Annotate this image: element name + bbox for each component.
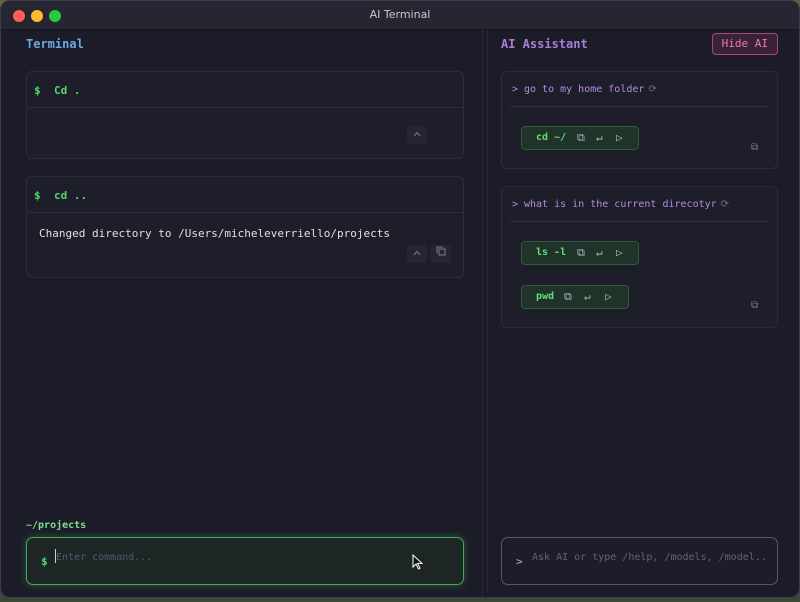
collapse-button[interactable]	[407, 245, 427, 263]
ai-query: > what is in the current direcotyr ⟳	[510, 187, 769, 222]
query-text: what is in the current direcotyr	[524, 199, 717, 210]
enter-icon[interactable]: ↵	[584, 286, 591, 308]
mouse-pointer-icon	[412, 554, 424, 570]
terminal-title: Terminal	[26, 37, 84, 51]
app-window: AI Terminal Terminal $ Cd . $ cd .. Chan…	[0, 0, 800, 598]
hide-ai-button[interactable]: Hide AI	[711, 33, 778, 55]
command-block: $ Cd .	[26, 71, 464, 159]
ai-response-card: > what is in the current direcotyr ⟳ ls -…	[501, 186, 778, 328]
current-directory: ~/projects	[26, 520, 87, 531]
assistant-title: AI Assistant	[501, 37, 588, 51]
suggestion-command: ls -l	[536, 247, 567, 258]
ai-response-card: > go to my home folder ⟳ cd ~/ ⧉ ↵ ▷ ⧉	[501, 71, 778, 169]
play-icon[interactable]: ▷	[616, 127, 623, 149]
title-bar: AI Terminal	[1, 1, 799, 30]
ai-input-box[interactable]: >	[501, 537, 778, 585]
query-text: go to my home folder	[524, 84, 645, 95]
window-title: AI Terminal	[369, 8, 431, 21]
copy-icon[interactable]: ⧉	[751, 300, 763, 312]
command-text: Cd .	[54, 84, 81, 97]
command-block: $ cd .. Changed directory to /Users/mich…	[26, 176, 464, 278]
ai-assistant-pane: AI Assistant Hide AI > go to my home fol…	[487, 29, 792, 591]
command-output: Changed directory to /Users/micheleverri…	[39, 227, 390, 240]
terminal-pane: Terminal $ Cd . $ cd .. Changed director…	[13, 29, 476, 591]
ai-input[interactable]	[532, 548, 767, 566]
command-suggestion[interactable]: cd ~/ ⧉ ↵ ▷	[521, 126, 639, 150]
refresh-icon[interactable]: ⟳	[721, 199, 729, 210]
collapse-button[interactable]	[407, 126, 427, 144]
query-prompt-symbol: >	[512, 199, 519, 210]
prompt-symbol: $	[34, 189, 41, 202]
command-header: $ Cd .	[27, 72, 463, 108]
chevron-up-icon	[413, 131, 421, 137]
copy-icon[interactable]: ⧉	[577, 242, 585, 264]
suggestion-command: pwd	[536, 291, 555, 302]
copy-output-button[interactable]	[431, 245, 451, 263]
command-input[interactable]	[56, 548, 446, 566]
query-line: go to my home folder ⟳	[524, 84, 657, 95]
refresh-icon[interactable]: ⟳	[648, 84, 656, 95]
play-icon[interactable]: ▷	[616, 242, 623, 264]
prompt-symbol: $	[34, 84, 41, 97]
play-icon[interactable]: ▷	[605, 286, 612, 308]
prompt-symbol: $	[41, 555, 48, 568]
query-line: what is in the current direcotyr ⟳	[524, 199, 729, 210]
suggestion-command: cd ~/	[536, 132, 567, 143]
command-output	[27, 108, 463, 142]
enter-icon[interactable]: ↵	[596, 242, 603, 264]
query-prompt-symbol: >	[512, 84, 519, 95]
chevron-up-icon	[413, 250, 421, 256]
copy-icon[interactable]: ⧉	[751, 142, 763, 154]
ai-prompt-symbol: >	[516, 555, 523, 568]
command-suggestion[interactable]: pwd ⧉ ↵ ▷	[521, 285, 629, 309]
pane-divider[interactable]	[482, 29, 483, 597]
copy-icon	[436, 246, 446, 256]
ai-query: > go to my home folder ⟳	[510, 72, 769, 107]
command-text: cd ..	[54, 189, 88, 202]
copy-icon[interactable]: ⧉	[577, 127, 585, 149]
enter-icon[interactable]: ↵	[596, 127, 603, 149]
command-input-box[interactable]: $	[26, 537, 464, 585]
command-header: $ cd ..	[27, 177, 463, 213]
command-suggestion[interactable]: ls -l ⧉ ↵ ▷	[521, 241, 639, 265]
copy-icon[interactable]: ⧉	[564, 286, 572, 308]
